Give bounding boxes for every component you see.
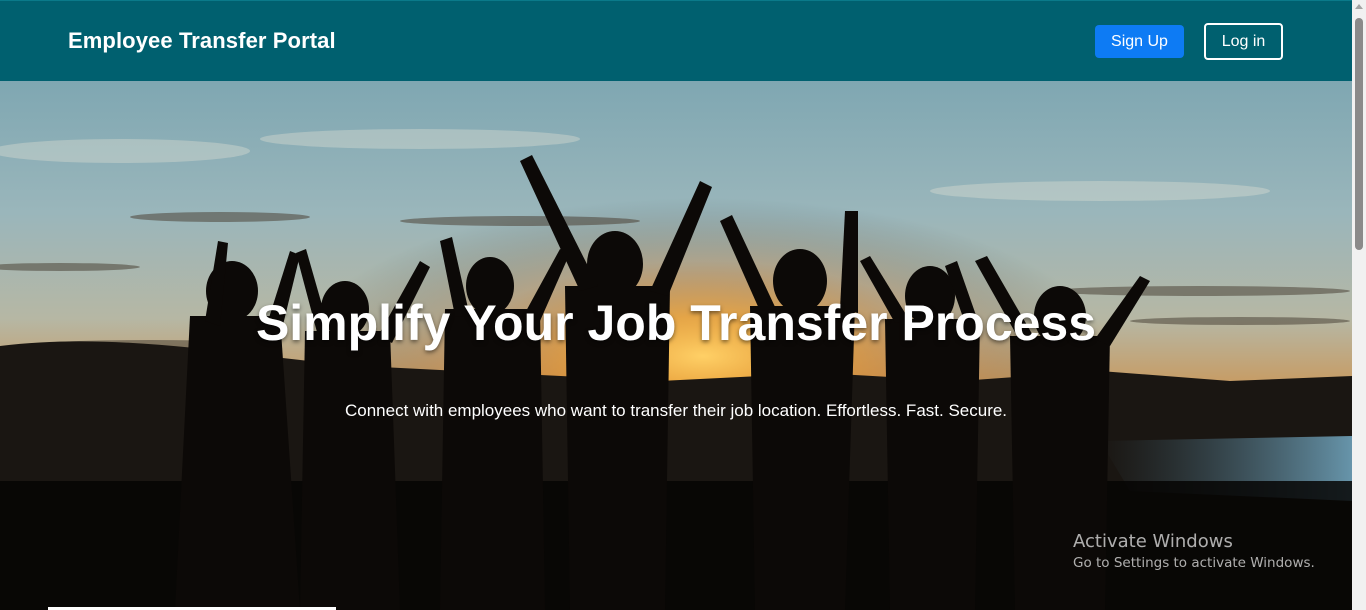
hero-title: Simplify Your Job Transfer Process [255, 295, 1097, 351]
activate-windows-hint: Go to Settings to activate Windows. [1073, 555, 1315, 571]
sign-up-button[interactable]: Sign Up [1095, 25, 1184, 58]
scrollbar-thumb[interactable] [1355, 18, 1363, 250]
log-in-button[interactable]: Log in [1204, 23, 1283, 60]
brand-title[interactable]: Employee Transfer Portal [68, 28, 336, 54]
top-navbar: Employee Transfer Portal Sign Up Log in [0, 0, 1352, 81]
vertical-scrollbar[interactable] [1352, 0, 1366, 610]
landing-page: Employee Transfer Portal Sign Up Log in [0, 0, 1366, 610]
activate-windows-watermark: Activate Windows Go to Settings to activ… [1073, 531, 1315, 571]
scroll-up-arrow-icon[interactable] [1355, 4, 1363, 9]
hero-subtitle: Connect with employees who want to trans… [344, 401, 1008, 420]
activate-windows-title: Activate Windows [1073, 531, 1233, 552]
